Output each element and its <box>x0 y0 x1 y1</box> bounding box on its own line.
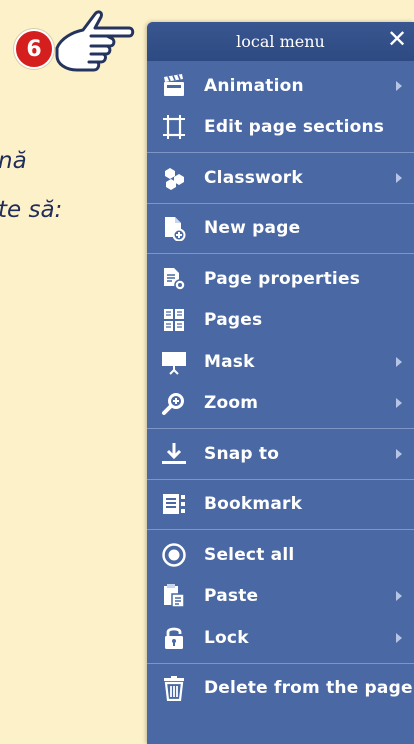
mask-icon <box>160 348 188 376</box>
menu-item-label: Pages <box>204 310 263 331</box>
menu-item-label: Page properties <box>204 268 361 289</box>
menu-item-label: Zoom <box>204 393 259 414</box>
menu-header: local menu ✕ <box>147 22 414 61</box>
menu-item-delete-from-page[interactable]: Delete from the page <box>147 668 414 710</box>
pointing-hand-icon <box>55 10 135 72</box>
submenu-arrow-icon <box>396 632 402 643</box>
menu-item-pages[interactable]: Pages <box>147 300 414 342</box>
menu-item-select-all[interactable]: Select all <box>147 534 414 576</box>
classwork-icon <box>160 164 188 192</box>
step-number-badge: 6 <box>14 29 54 69</box>
submenu-arrow-icon <box>396 398 402 409</box>
menu-item-bookmark[interactable]: Bookmark <box>147 484 414 526</box>
submenu-arrow-icon <box>396 448 402 459</box>
menu-item-label: Paste <box>204 586 259 607</box>
menu-item-zoom[interactable]: Zoom <box>147 383 414 425</box>
menu-item-label: Classwork <box>204 167 303 188</box>
menu-group: Delete from the page <box>147 664 414 714</box>
menu-group: Animation Edit page sections <box>147 61 414 153</box>
new-page-icon <box>160 214 188 242</box>
menu-item-label: Lock <box>204 627 249 648</box>
menu-item-page-properties[interactable]: Page properties <box>147 258 414 300</box>
page-sections-icon <box>160 113 188 141</box>
menu-group: Classwork <box>147 153 414 204</box>
menu-group: Page properties Pages Mask Zoom <box>147 254 414 429</box>
submenu-arrow-icon <box>396 356 402 367</box>
menu-item-snap-to[interactable]: Snap to <box>147 433 414 475</box>
menu-item-new-page[interactable]: New page <box>147 208 414 250</box>
submenu-arrow-icon <box>396 80 402 91</box>
menu-item-mask[interactable]: Mask <box>147 341 414 383</box>
menu-group: New page <box>147 204 414 254</box>
menu-item-label: Animation <box>204 75 304 96</box>
lock-icon <box>160 624 188 652</box>
zoom-icon <box>160 389 188 417</box>
pages-icon <box>160 306 188 334</box>
menu-item-label: New page <box>204 218 301 239</box>
clapperboard-icon <box>160 72 188 100</box>
menu-item-label: Select all <box>204 544 295 565</box>
menu-item-lock[interactable]: Lock <box>147 617 414 659</box>
submenu-arrow-icon <box>396 172 402 183</box>
menu-title: local menu <box>236 32 325 51</box>
menu-item-label: Mask <box>204 351 255 372</box>
menu-item-label: Snap to <box>204 443 280 464</box>
bookmark-icon <box>160 490 188 518</box>
local-menu: local menu ✕ Animation Edit page section… <box>147 22 414 744</box>
menu-item-edit-page-sections[interactable]: Edit page sections <box>147 107 414 149</box>
background-text-line-1: nă <box>0 148 27 174</box>
page-properties-icon <box>160 265 188 293</box>
trash-icon <box>160 674 188 702</box>
snap-icon <box>160 440 188 468</box>
menu-group: Bookmark <box>147 480 414 530</box>
close-icon[interactable]: ✕ <box>385 27 409 51</box>
menu-group: Select all Paste Lock <box>147 530 414 664</box>
select-all-icon <box>160 541 188 569</box>
submenu-arrow-icon <box>396 591 402 602</box>
menu-item-classwork[interactable]: Classwork <box>147 157 414 199</box>
paste-icon <box>160 582 188 610</box>
menu-item-paste[interactable]: Paste <box>147 576 414 618</box>
background-text-line-2: te să: <box>0 197 63 223</box>
menu-group: Snap to <box>147 429 414 480</box>
menu-item-label: Bookmark <box>204 494 303 515</box>
menu-item-label: Edit page sections <box>204 117 385 138</box>
menu-item-animation[interactable]: Animation <box>147 65 414 107</box>
menu-item-label: Delete from the page <box>204 678 413 699</box>
